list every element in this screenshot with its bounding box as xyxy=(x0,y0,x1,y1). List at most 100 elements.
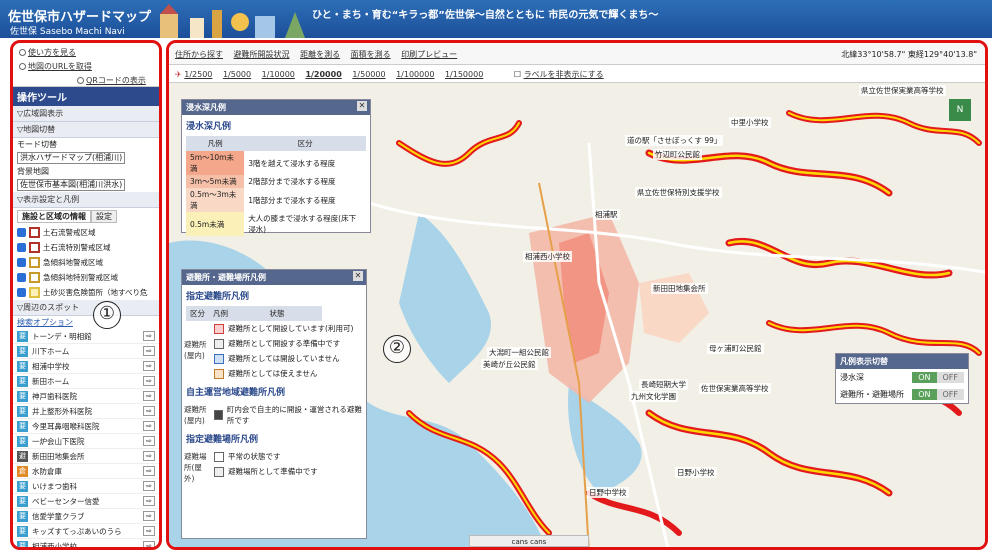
go-button[interactable]: ⇨ xyxy=(143,376,155,386)
evac-items: 平常の状態です 避難場所として準備中です xyxy=(210,449,366,486)
help-link-label[interactable]: 使い方を見る xyxy=(28,48,76,57)
legend-item[interactable]: 急傾斜地警戒区域 xyxy=(13,255,159,270)
north-arrow-icon[interactable]: N xyxy=(949,99,971,121)
scale-option[interactable]: 1/150000 xyxy=(445,70,483,79)
list-item[interactable]: 要相浦西小学校 ⇨ xyxy=(13,539,159,547)
legend-item[interactable]: 土砂災害危険箇所（地すべり危 xyxy=(13,285,159,300)
off-button[interactable]: OFF xyxy=(936,372,964,383)
map-area[interactable]: 住所から探す 避難所開設状況 距離を測る 面積を測る 印刷プレビュー 北緯33°… xyxy=(166,40,988,550)
go-button[interactable]: ⇨ xyxy=(143,421,155,431)
list-item[interactable]: 要神戸歯科医院 ⇨ xyxy=(13,389,159,404)
section-switch[interactable]: ▽地図切替 xyxy=(13,122,159,138)
url-link[interactable]: 地図のURLを取得 xyxy=(19,61,96,72)
go-button[interactable]: ⇨ xyxy=(143,526,155,536)
go-button[interactable]: ⇨ xyxy=(143,511,155,521)
go-button[interactable]: ⇨ xyxy=(143,391,155,401)
legend-item: 避難場所として準備中です xyxy=(210,464,366,479)
legend-item[interactable]: 急傾斜地特別警戒区域 xyxy=(13,270,159,285)
off-button[interactable]: OFF xyxy=(936,389,964,400)
go-button[interactable]: ⇨ xyxy=(143,361,155,371)
toggle-row: 浸水深 ON OFF xyxy=(836,369,968,386)
close-icon[interactable]: ✕ xyxy=(357,101,367,111)
map-label: 相浦駅 xyxy=(593,209,620,220)
legend-item[interactable]: 土石流警戒区域 xyxy=(13,225,159,240)
legend-tabs: 施設と区域の情報 設定 xyxy=(13,208,159,225)
print-preview-button[interactable]: 印刷プレビュー xyxy=(401,50,457,59)
spot-label: 一炉会山下医院 xyxy=(32,436,85,446)
go-button[interactable]: ⇨ xyxy=(143,466,155,476)
scale-option[interactable]: 1/10000 xyxy=(262,70,295,79)
go-button[interactable]: ⇨ xyxy=(143,496,155,506)
go-button[interactable]: ⇨ xyxy=(143,541,155,547)
help-link[interactable]: 使い方を見る xyxy=(19,47,80,58)
measure-distance-button[interactable]: 距離を測る xyxy=(300,50,340,59)
qr-link[interactable]: QRコードの表示 xyxy=(77,75,150,86)
scale-option[interactable]: 1/2500 xyxy=(184,70,212,79)
evac-item-label: 避難場所として準備中です xyxy=(228,467,318,476)
tab-info[interactable]: 施設と区域の情報 xyxy=(17,210,91,223)
checkbox[interactable] xyxy=(17,288,26,297)
section-wide[interactable]: ▽広域図表示 xyxy=(13,106,159,122)
go-button[interactable]: ⇨ xyxy=(143,406,155,416)
list-item[interactable]: 倉水防倉庫 ⇨ xyxy=(13,464,159,479)
map-label: 新田田地集会所 xyxy=(651,283,708,294)
list-item[interactable]: 要トーンデ・明相館 ⇨ xyxy=(13,329,159,344)
checkbox[interactable] xyxy=(17,258,26,267)
close-icon[interactable]: ✕ xyxy=(353,271,363,281)
url-link-label[interactable]: 地図のURLを取得 xyxy=(28,62,92,71)
measure-area-button[interactable]: 面積を測る xyxy=(351,50,391,59)
checkbox[interactable] xyxy=(17,273,26,282)
list-item[interactable]: 要今里耳鼻咽喉科医院 ⇨ xyxy=(13,419,159,434)
list-item[interactable]: 要ベビーセンター信愛 ⇨ xyxy=(13,494,159,509)
checkbox[interactable] xyxy=(17,243,26,252)
list-item[interactable]: 要相浦中学校 ⇨ xyxy=(13,359,159,374)
map-label: 美崎が丘公民館 xyxy=(481,359,538,370)
scale-option[interactable]: 1/100000 xyxy=(396,70,434,79)
spot-label: 水防倉庫 xyxy=(32,466,62,476)
link-icon xyxy=(19,63,26,70)
map-bottom-bar[interactable]: cans cans xyxy=(469,535,589,547)
flood-legend-table: 凡例 区分 5m～10m未満 3階を越えて浸水する程度 3m～5m未満 2階部分まで浸… xyxy=(186,136,366,236)
map-label: 道の駅「させぼっくす 99」 xyxy=(625,135,724,146)
tab-settings[interactable]: 設定 xyxy=(91,210,117,223)
label-toggle-link[interactable]: ラベルを非表示にする xyxy=(524,70,604,79)
shelter-status-button[interactable]: 避難所開設状況 xyxy=(234,50,290,59)
list-item[interactable]: 要川下ホーム ⇨ xyxy=(13,344,159,359)
section-spots[interactable]: ▽周辺のスポット xyxy=(13,300,159,316)
list-item[interactable]: 避新田田地集会所 ⇨ xyxy=(13,449,159,464)
scale-option[interactable]: 1/50000 xyxy=(352,70,385,79)
go-button[interactable]: ⇨ xyxy=(143,346,155,356)
list-item[interactable]: 要一炉会山下医院 ⇨ xyxy=(13,434,159,449)
on-button[interactable]: ON xyxy=(912,389,937,400)
legend-toggle-title: 凡例表示切替 xyxy=(836,354,968,369)
list-item[interactable]: 要キッズすてっぷあいのうら ⇨ xyxy=(13,524,159,539)
go-button[interactable]: ⇨ xyxy=(143,451,155,461)
app-header: 佐世保市ハザードマップ 佐世保 Sasebo Machi Navi ひと・まち・… xyxy=(0,0,992,38)
shelter-prep-icon xyxy=(214,338,224,349)
qr-link-label[interactable]: QRコードの表示 xyxy=(86,76,146,85)
flood-legend-title: 浸水深凡例 xyxy=(186,122,232,132)
address-search-button[interactable]: 住所から探す xyxy=(175,50,223,59)
list-item[interactable]: 要新田ホーム ⇨ xyxy=(13,374,159,389)
go-button[interactable]: ⇨ xyxy=(143,436,155,446)
scale-option[interactable]: 1/5000 xyxy=(223,70,251,79)
list-item[interactable]: 要信愛学童クラブ ⇨ xyxy=(13,509,159,524)
flood-desc: 大人の膝まで浸水する程度(床下浸水) xyxy=(248,214,357,234)
bg-select[interactable]: 佐世保市基本図(相浦川洪水) xyxy=(17,179,125,191)
mode-select[interactable]: 洪水ハザードマップ(相浦川) xyxy=(17,152,125,164)
on-button[interactable]: ON xyxy=(912,372,937,383)
map-label: 竹辺町公民館 xyxy=(653,149,702,160)
map-label: 大潟町一組公民館 xyxy=(487,347,551,358)
list-item[interactable]: 要いけまつ歯科 ⇨ xyxy=(13,479,159,494)
flood-legend-header: 浸水深凡例 ✕ xyxy=(182,100,370,115)
checkbox[interactable] xyxy=(17,228,26,237)
legend-item[interactable]: 土石流特別警戒区域 xyxy=(13,240,159,255)
go-button[interactable]: ⇨ xyxy=(143,331,155,341)
go-button[interactable]: ⇨ xyxy=(143,481,155,491)
list-item[interactable]: 要井上整形外科医院 ⇨ xyxy=(13,404,159,419)
facility-icon: 要 xyxy=(17,375,28,387)
search-option-link[interactable]: 検索オプション xyxy=(13,316,159,329)
map-label: 日野小学校 xyxy=(675,467,717,478)
scale-option-current[interactable]: 1/20000 xyxy=(305,70,341,79)
section-display[interactable]: ▽表示設定と凡例 xyxy=(13,192,159,208)
